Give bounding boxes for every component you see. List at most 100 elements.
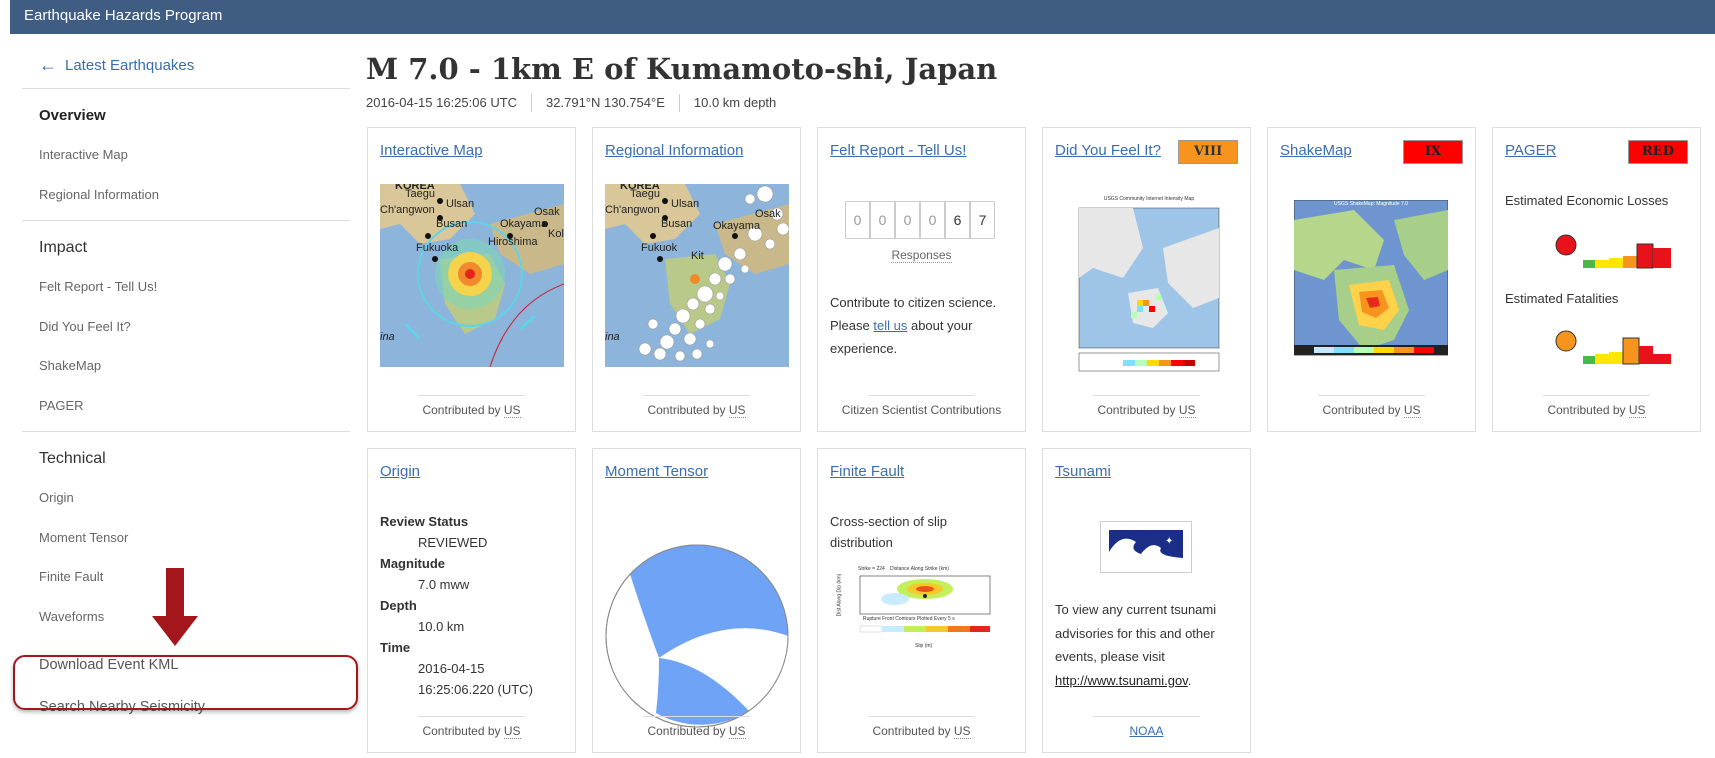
field-value: 2016-04-15 bbox=[418, 661, 485, 676]
estimated-fatalities-chart bbox=[1555, 330, 1671, 365]
back-link[interactable]: ← Latest Earthquakes bbox=[22, 50, 350, 80]
card-tsunami[interactable]: Tsunami ✦ To view any current tsunami ad… bbox=[1042, 448, 1251, 753]
card-regional-information[interactable]: Regional Information KOREA Taegu Ch'angw… bbox=[592, 127, 801, 432]
map-label: Taegu bbox=[630, 188, 660, 200]
dyfi-map-title: USGS Community Internet Intensity Map bbox=[1103, 196, 1195, 202]
card-title[interactable]: Interactive Map bbox=[380, 142, 483, 159]
nav-section-technical: Technical bbox=[39, 450, 106, 467]
intensity-badge: VIII bbox=[1178, 140, 1238, 164]
shakemap-thumbnail[interactable]: USGS ShakeMap: Magnitude 7.0 bbox=[1293, 199, 1449, 370]
card-moment-tensor[interactable]: Moment Tensor Contributed by US bbox=[592, 448, 801, 753]
card-shakemap[interactable]: ShakeMap IX USGS ShakeMap: Magnitude 7.0… bbox=[1267, 127, 1476, 432]
field-label: Time bbox=[380, 640, 411, 655]
noaa-link[interactable]: NOAA bbox=[1129, 724, 1163, 738]
event-time: 2016-04-15 16:25:06 UTC bbox=[366, 95, 518, 110]
card-felt-report[interactable]: Felt Report - Tell Us! 0 0 0 0 6 7 Respo… bbox=[817, 127, 1026, 432]
plot-footnote: Rupture Front Contours Plotted Every 5 s bbox=[863, 616, 955, 622]
card-title[interactable]: Tsunami bbox=[1055, 463, 1111, 480]
source-link[interactable]: US bbox=[1178, 403, 1196, 418]
card-title[interactable]: Did You Feel It? bbox=[1055, 142, 1161, 159]
map-label: Kol bbox=[548, 228, 564, 240]
source-link[interactable]: US bbox=[1628, 403, 1646, 418]
field-value: 7.0 mww bbox=[418, 577, 470, 592]
card-title[interactable]: Origin bbox=[380, 463, 420, 480]
response-counter: 0 0 0 0 6 7 bbox=[845, 201, 995, 239]
map-label: Ch'angwon bbox=[605, 204, 660, 216]
nav-felt-report[interactable]: Felt Report - Tell Us! bbox=[22, 267, 350, 307]
card-title[interactable]: Moment Tensor bbox=[605, 463, 708, 480]
map-label: Busan bbox=[436, 218, 468, 230]
source-link[interactable]: US bbox=[503, 403, 521, 418]
slip-distribution-plot[interactable]: Distance Along Strike (km) Strike = 224 … bbox=[830, 564, 1014, 654]
finite-fault-description: Cross-section of slip distribution bbox=[830, 514, 948, 550]
nav-overview[interactable]: Overview bbox=[22, 97, 350, 135]
svg-text:✦: ✦ bbox=[1165, 536, 1173, 547]
card-dyfi[interactable]: Did You Feel It? VIII USGS Community Int… bbox=[1042, 127, 1251, 432]
map-label: ina bbox=[605, 331, 620, 343]
card-pager[interactable]: PAGER RED Estimated Economic Losses Esti… bbox=[1492, 127, 1701, 432]
divider bbox=[22, 220, 350, 221]
card-footer: Contributed by US bbox=[368, 716, 575, 752]
card-title[interactable]: Felt Report - Tell Us! bbox=[830, 142, 966, 159]
event-coords: 32.791°N 130.754°E bbox=[531, 94, 679, 112]
download-kml-highlight bbox=[13, 655, 358, 710]
card-finite-fault[interactable]: Finite Fault Cross-section of slip distr… bbox=[817, 448, 1026, 753]
back-link-label: Latest Earthquakes bbox=[65, 56, 195, 74]
plot-xlabel: Slip (m) bbox=[915, 643, 933, 649]
interactive-map-thumbnail[interactable]: KOREA Taegu Ch'angwon Ulsan Busan Okayam… bbox=[380, 184, 564, 367]
brand-title[interactable]: Earthquake Hazards Program bbox=[24, 7, 222, 24]
nav-interactive-map[interactable]: Interactive Map bbox=[22, 135, 350, 175]
nav-regional-information[interactable]: Regional Information bbox=[22, 175, 350, 215]
field-value: REVIEWED bbox=[418, 535, 488, 550]
source-link[interactable]: US bbox=[728, 403, 746, 418]
divider bbox=[22, 88, 350, 89]
tsunami-gov-link[interactable]: http://www.tsunami.gov bbox=[1055, 673, 1188, 688]
tell-us-link[interactable]: tell us bbox=[873, 318, 907, 333]
source-link[interactable]: US bbox=[1403, 403, 1421, 418]
map-label: Osak bbox=[534, 206, 560, 218]
map-label: Fukuok bbox=[641, 242, 678, 254]
plot-strike: Strike = 224 bbox=[858, 566, 885, 572]
nav-origin[interactable]: Origin bbox=[22, 478, 350, 518]
card-origin[interactable]: Origin Review Status REVIEWED Magnitude … bbox=[367, 448, 576, 753]
map-label: Fukuoka bbox=[416, 242, 459, 254]
field-label: Review Status bbox=[380, 514, 469, 529]
field-value: 16:25:06.220 (UTC) bbox=[418, 682, 533, 697]
nav-shakemap[interactable]: ShakeMap bbox=[22, 346, 350, 386]
card-footer: Contributed by US bbox=[593, 716, 800, 752]
nav-dyfi[interactable]: Did You Feel It? bbox=[22, 307, 350, 347]
nav-section-impact: Impact bbox=[39, 239, 88, 256]
card-title[interactable]: ShakeMap bbox=[1280, 142, 1352, 159]
map-label: Kit bbox=[691, 250, 704, 262]
map-label: Ulsan bbox=[446, 198, 475, 210]
card-footer: Contributed by US bbox=[1268, 395, 1475, 431]
nav-moment-tensor[interactable]: Moment Tensor bbox=[22, 518, 350, 558]
map-label: Osak bbox=[755, 208, 781, 220]
card-title[interactable]: Regional Information bbox=[605, 142, 743, 159]
economic-losses-chart bbox=[1555, 234, 1671, 269]
plot-ylabel: Dist Along Dip (km) bbox=[836, 573, 843, 617]
card-title[interactable]: Finite Fault bbox=[830, 463, 904, 480]
annotation-arrow-icon bbox=[152, 568, 198, 646]
source-link[interactable]: US bbox=[953, 724, 971, 739]
counter-digit: 0 bbox=[920, 201, 945, 239]
card-title[interactable]: PAGER bbox=[1505, 142, 1556, 159]
map-label: Okayama bbox=[713, 220, 761, 232]
map-label: ina bbox=[380, 331, 395, 343]
counter-digit: 0 bbox=[870, 201, 895, 239]
card-footer: Contributed by US bbox=[1493, 395, 1700, 431]
map-label: Taegu bbox=[405, 188, 435, 200]
regional-map-thumbnail[interactable]: KOREA Taegu Ch'angwon Ulsan Busan Okayam… bbox=[605, 184, 789, 367]
dyfi-map-thumbnail[interactable]: USGS Community Internet Intensity Map bbox=[1073, 188, 1225, 376]
responses-label: Responses bbox=[891, 248, 952, 263]
back-arrow-icon: ← bbox=[39, 54, 57, 75]
card-footer: Contributed by US bbox=[593, 395, 800, 431]
field-label: Depth bbox=[380, 598, 417, 613]
card-footer: NOAA bbox=[1043, 716, 1250, 752]
map-label: Ch'angwon bbox=[380, 204, 435, 216]
source-link[interactable]: US bbox=[503, 724, 521, 739]
tsunami-logo: ✦ bbox=[1100, 521, 1192, 573]
nav-pager[interactable]: PAGER bbox=[22, 386, 350, 426]
card-interactive-map[interactable]: Interactive Map KOREA Taegu Ch'angwon Ul… bbox=[367, 127, 576, 432]
source-link[interactable]: US bbox=[728, 724, 746, 739]
